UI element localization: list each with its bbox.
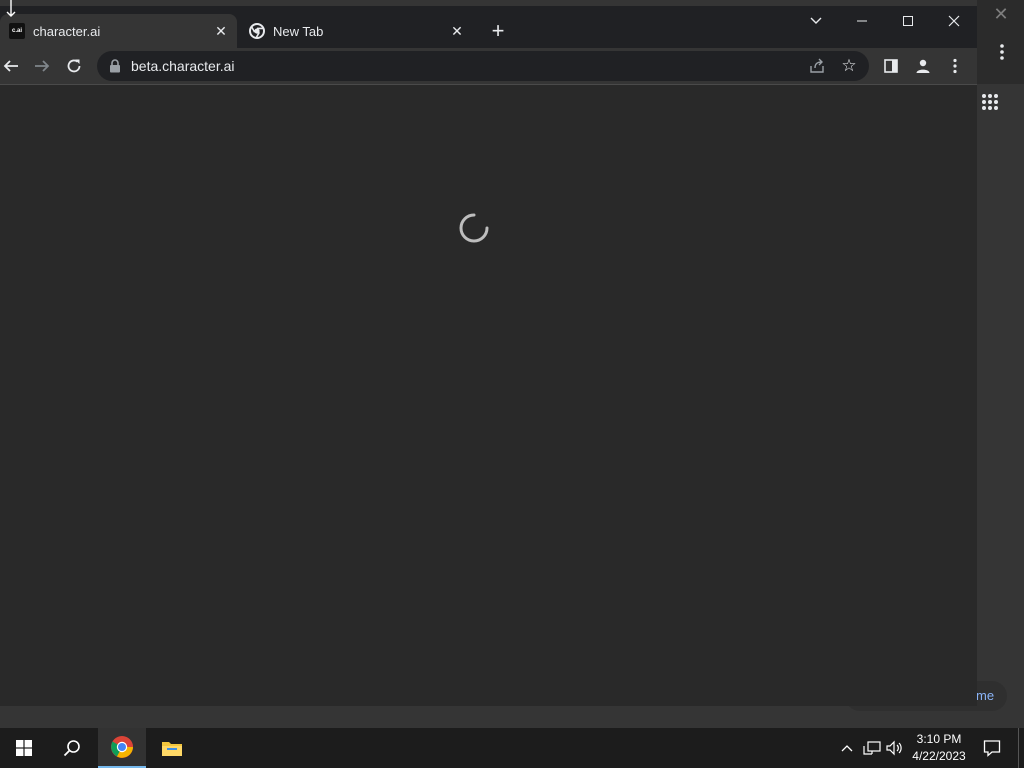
clock-date: 4/22/2023 bbox=[912, 749, 966, 763]
browser-window: c.ai character.ai ✕ New Tab ✕ + beta.cha… bbox=[0, 6, 977, 706]
tab-new-tab[interactable]: New Tab ✕ bbox=[240, 14, 473, 48]
background-menu-icon[interactable] bbox=[995, 42, 1009, 62]
file-explorer-icon[interactable] bbox=[148, 728, 196, 768]
network-icon[interactable] bbox=[860, 728, 884, 768]
forward-arrow-icon[interactable] bbox=[28, 52, 56, 80]
loading-spinner-icon bbox=[459, 213, 489, 243]
url-text[interactable]: beta.character.ai bbox=[131, 58, 235, 74]
profile-icon[interactable] bbox=[909, 52, 937, 80]
character-ai-favicon: c.ai bbox=[9, 23, 25, 39]
share-icon[interactable] bbox=[808, 57, 826, 75]
tab-strip: c.ai character.ai ✕ New Tab ✕ + bbox=[0, 6, 977, 48]
apps-grid-icon[interactable] bbox=[980, 92, 1000, 112]
windows-start-icon[interactable] bbox=[0, 728, 48, 768]
lock-icon[interactable] bbox=[109, 59, 121, 73]
side-panel-icon[interactable] bbox=[877, 52, 905, 80]
tab-title: character.ai bbox=[33, 23, 101, 39]
clock-time: 3:10 PM bbox=[916, 732, 962, 746]
back-arrow-icon[interactable] bbox=[0, 52, 25, 80]
show-hidden-icons-chevron-icon[interactable] bbox=[838, 728, 856, 768]
browser-menu-icon[interactable] bbox=[941, 52, 969, 80]
search-icon[interactable] bbox=[48, 728, 96, 768]
close-tab-icon[interactable]: ✕ bbox=[447, 21, 467, 41]
background-chip-text[interactable]: me bbox=[976, 688, 994, 703]
browser-toolbar: beta.character.ai ☆ bbox=[0, 48, 977, 85]
notifications-icon[interactable] bbox=[978, 728, 1006, 768]
chrome-icon bbox=[249, 23, 265, 39]
tab-character-ai[interactable]: c.ai character.ai ✕ bbox=[0, 14, 237, 48]
show-desktop-button[interactable] bbox=[1018, 728, 1024, 768]
background-close-icon[interactable]: ✕ bbox=[992, 4, 1010, 24]
new-tab-plus-icon[interactable]: + bbox=[486, 18, 510, 43]
close-tab-icon[interactable]: ✕ bbox=[211, 21, 231, 41]
volume-icon[interactable] bbox=[884, 728, 906, 768]
tab-search-chevron-icon[interactable] bbox=[793, 6, 839, 36]
tab-title: New Tab bbox=[273, 23, 324, 39]
text-cursor-icon bbox=[6, 0, 16, 17]
page-content bbox=[0, 85, 977, 706]
bookmark-star-icon[interactable]: ☆ bbox=[840, 57, 858, 75]
address-bar[interactable]: beta.character.ai ☆ bbox=[97, 51, 869, 81]
minimize-icon[interactable] bbox=[839, 6, 885, 36]
reload-icon[interactable] bbox=[60, 52, 88, 80]
close-window-icon[interactable] bbox=[931, 6, 977, 36]
taskbar: 3:10 PM 4/22/2023 bbox=[0, 728, 1024, 768]
maximize-icon[interactable] bbox=[885, 6, 931, 36]
system-clock[interactable]: 3:10 PM 4/22/2023 bbox=[907, 731, 971, 765]
chrome-taskbar-icon[interactable] bbox=[98, 728, 146, 768]
